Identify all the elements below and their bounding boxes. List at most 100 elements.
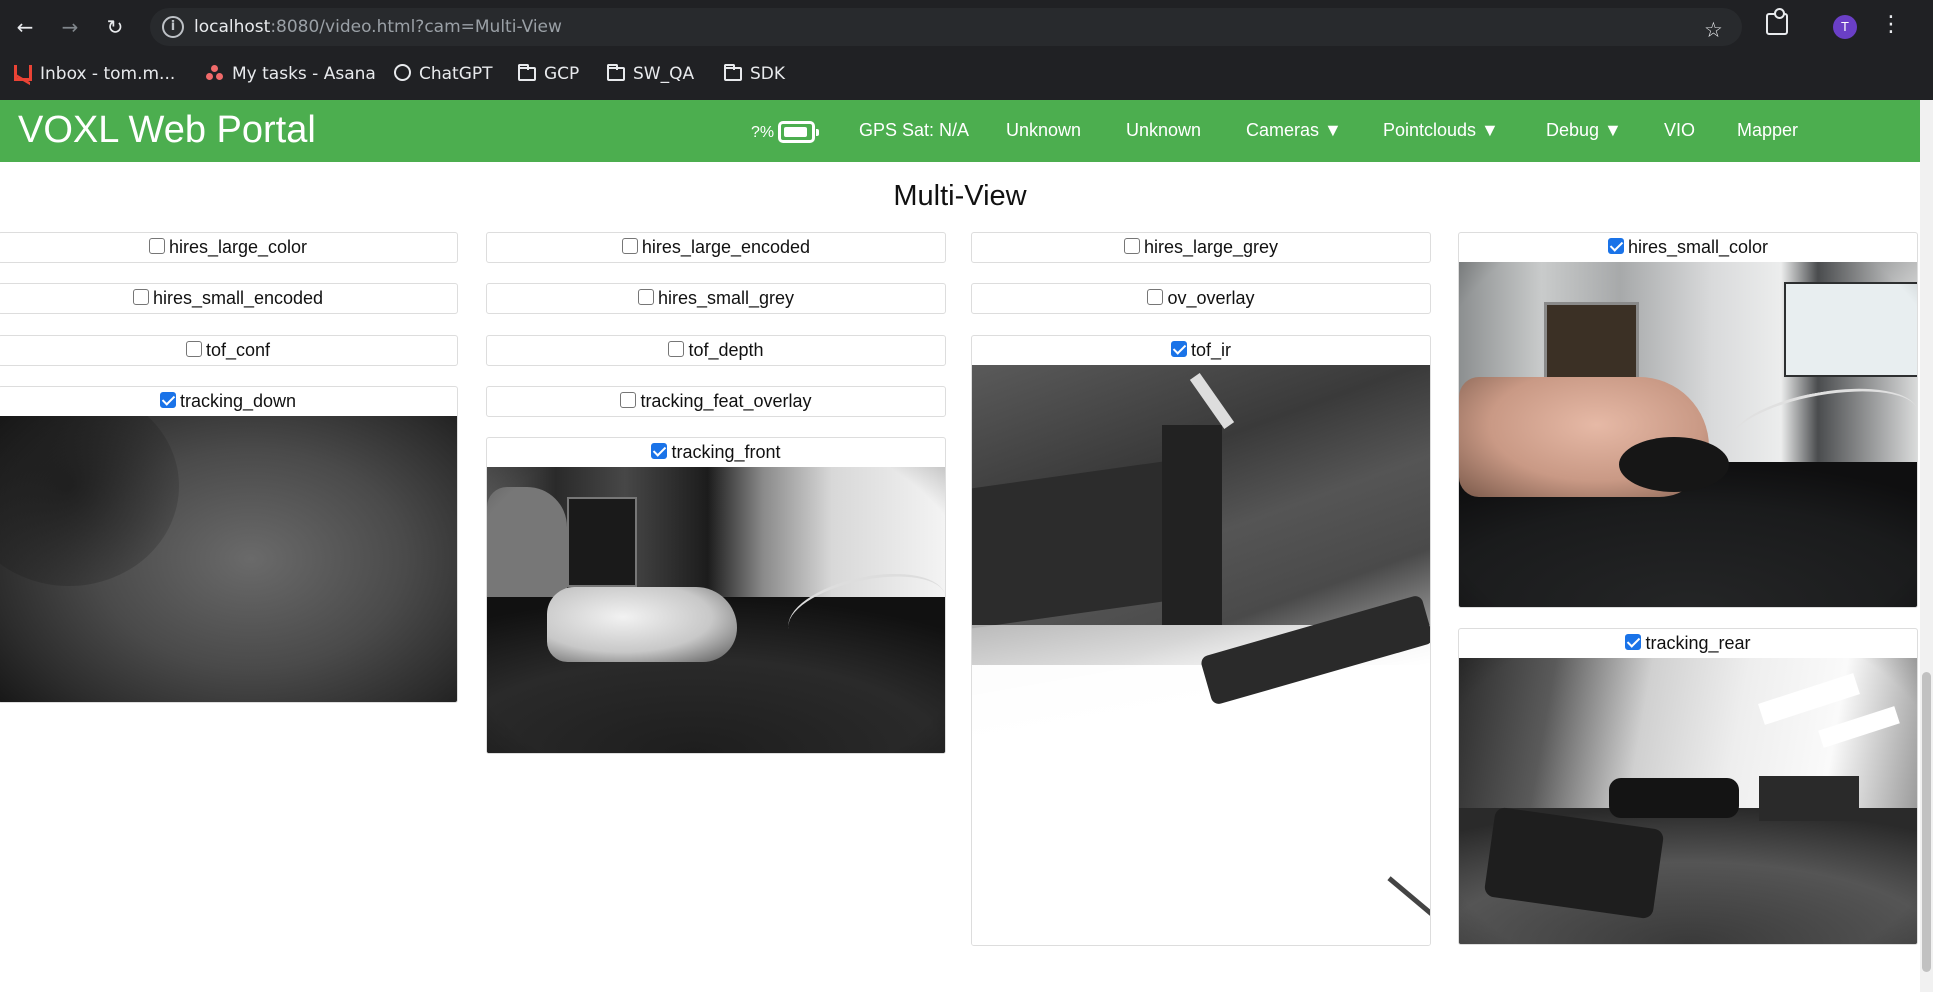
portal-navbar: VOXL Web Portal ?% GPS Sat: N/A Unknown … [0, 100, 1920, 162]
feed-bright-region [972, 625, 1430, 945]
bookmark-label: GCP [544, 64, 580, 84]
folder-icon [724, 64, 742, 81]
camera-panel-tracking-front: tracking_front [486, 437, 946, 754]
portal-brand[interactable]: VOXL Web Portal [18, 109, 316, 152]
camera-checkbox[interactable] [668, 341, 685, 357]
scrollbar-thumb[interactable] [1922, 672, 1931, 972]
camera-label: tracking_rear [1645, 633, 1751, 653]
extensions-icon[interactable] [1766, 8, 1788, 35]
bookmark-star-icon[interactable]: ☆ [1704, 18, 1723, 42]
camera-header: ov_overlay [972, 284, 1430, 313]
camera-checkbox[interactable] [1607, 238, 1624, 254]
camera-header: tracking_down [0, 387, 457, 416]
web-page: VOXL Web Portal ?% GPS Sat: N/A Unknown … [0, 100, 1920, 992]
site-info-icon[interactable]: i [162, 16, 184, 38]
browser-menu-icon[interactable]: ⋮ [1880, 12, 1902, 37]
camera-panel-hires-small-color: hires_small_color [1458, 232, 1918, 608]
profile-avatar[interactable]: T [1833, 15, 1857, 39]
camera-header: tof_ir [972, 336, 1430, 365]
camera-checkbox[interactable] [620, 392, 637, 408]
camera-checkbox[interactable] [1170, 341, 1187, 357]
cameras-menu[interactable]: Cameras ▼ [1246, 120, 1342, 141]
camera-label: tracking_feat_overlay [640, 391, 812, 411]
camera-header: hires_small_encoded [0, 284, 457, 313]
folder-icon [607, 64, 625, 81]
back-icon[interactable]: ← [10, 12, 40, 42]
camera-header: tracking_rear [1459, 629, 1917, 658]
camera-checkbox[interactable] [651, 443, 668, 459]
camera-panel-hires-small-encoded: hires_small_encoded [0, 283, 458, 314]
pointclouds-menu[interactable]: Pointclouds ▼ [1383, 120, 1499, 141]
vio-link[interactable]: VIO [1664, 120, 1695, 141]
chatgpt-icon [394, 64, 411, 81]
camera-header: hires_large_color [0, 233, 457, 262]
camera-header: tracking_front [487, 438, 945, 467]
camera-feed-tof-ir [972, 365, 1430, 945]
feed-vignette [1459, 658, 1917, 944]
bookmark-label: SDK [750, 64, 786, 84]
feed-vignette [0, 416, 457, 702]
camera-panel-tof-ir: tof_ir [971, 335, 1431, 946]
bookmark-sdk[interactable]: SDK [724, 62, 785, 86]
camera-label: hires_large_grey [1143, 237, 1279, 257]
camera-label: hires_small_grey [657, 288, 795, 308]
battery-percent: ?% [751, 124, 775, 141]
bookmark-asana[interactable]: My tasks - Asana [206, 62, 376, 86]
camera-label: ov_overlay [1167, 288, 1255, 308]
bookmark-sw-qa[interactable]: SW_QA [607, 62, 694, 86]
forward-icon[interactable]: → [55, 12, 85, 42]
camera-checkbox[interactable] [159, 392, 176, 408]
camera-label: tof_ir [1190, 340, 1232, 360]
url-text[interactable]: localhost:8080/video.html?cam=Multi-View [194, 17, 562, 37]
battery-icon [778, 121, 820, 143]
camera-header: hires_small_color [1459, 233, 1917, 262]
browser-toolbar: ← → ↻ i localhost:8080/video.html?cam=Mu… [0, 0, 1933, 54]
url-host: localhost [194, 17, 271, 37]
camera-checkbox[interactable] [637, 289, 654, 305]
gmail-icon [14, 65, 32, 81]
camera-label: hires_large_color [168, 237, 308, 257]
camera-panel-hires-large-color: hires_large_color [0, 232, 458, 263]
debug-menu[interactable]: Debug ▼ [1546, 120, 1622, 141]
reload-icon[interactable]: ↻ [100, 12, 130, 42]
camera-panel-hires-large-encoded: hires_large_encoded [486, 232, 946, 263]
page-scrollbar[interactable] [1920, 100, 1933, 992]
gps-status: GPS Sat: N/A [859, 120, 970, 140]
camera-feed-tracking-rear [1459, 658, 1917, 944]
camera-checkbox[interactable] [185, 341, 202, 357]
bookmark-inbox[interactable]: Inbox - tom.m... [14, 62, 175, 86]
camera-checkbox[interactable] [132, 289, 149, 305]
bookmarks-bar: Inbox - tom.m... My tasks - Asana ChatGP… [0, 56, 1933, 92]
feed-vignette [487, 467, 945, 753]
status-unknown-1: Unknown [1006, 120, 1082, 140]
camera-checkbox[interactable] [621, 238, 638, 254]
feed-vignette [1459, 262, 1917, 607]
camera-panel-tracking-feat-overlay: tracking_feat_overlay [486, 386, 946, 417]
address-bar[interactable]: i localhost:8080/video.html?cam=Multi-Vi… [150, 8, 1742, 46]
mapper-link[interactable]: Mapper [1737, 120, 1798, 141]
feed-pillar [1162, 425, 1222, 625]
bookmark-label: ChatGPT [419, 64, 493, 84]
bookmark-gcp[interactable]: GCP [518, 62, 579, 86]
asana-icon [206, 65, 224, 81]
camera-header: tracking_feat_overlay [487, 387, 945, 416]
camera-checkbox[interactable] [1147, 289, 1164, 305]
camera-feed-hires-small-color [1459, 262, 1917, 607]
status-unknown-2: Unknown [1126, 120, 1202, 140]
camera-header: hires_large_grey [972, 233, 1430, 262]
bookmark-chatgpt[interactable]: ChatGPT [394, 62, 493, 86]
camera-header: hires_small_grey [487, 284, 945, 313]
camera-checkbox[interactable] [1625, 634, 1642, 650]
url-path: :8080/video.html?cam=Multi-View [270, 17, 562, 37]
camera-feed-tracking-down [0, 416, 457, 702]
feed-shelf [972, 461, 1162, 629]
bookmark-label: My tasks - Asana [232, 64, 376, 84]
camera-panel-hires-small-grey: hires_small_grey [486, 283, 946, 314]
camera-panel-hires-large-grey: hires_large_grey [971, 232, 1431, 263]
camera-panel-tracking-rear: tracking_rear [1458, 628, 1918, 945]
battery-status: ?% [751, 121, 820, 143]
camera-header: tof_conf [0, 336, 457, 365]
camera-checkbox[interactable] [1123, 238, 1140, 254]
camera-panel-tof-depth: tof_depth [486, 335, 946, 366]
camera-checkbox[interactable] [148, 238, 165, 254]
